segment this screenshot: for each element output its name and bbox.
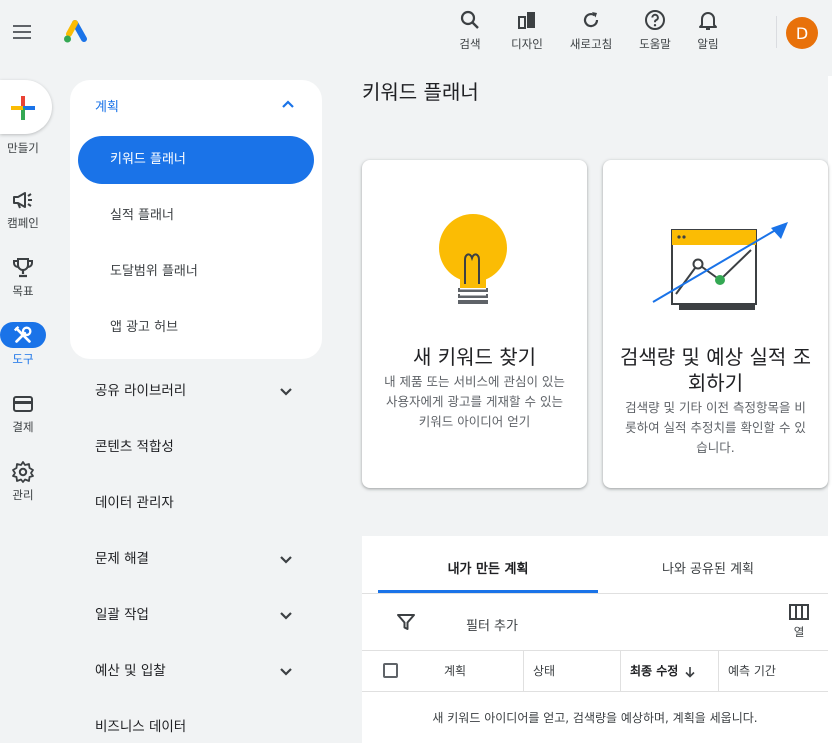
avatar[interactable]: D: [786, 17, 818, 49]
column-header-plan[interactable]: 계획: [444, 651, 466, 691]
google-ads-logo-icon[interactable]: [62, 19, 88, 45]
nav-item-bulk-actions[interactable]: 일괄 작업: [70, 595, 322, 635]
empty-state-message: 새 키워드 아이디어를 얻고, 검색량을 예상하며, 계획을 세웁니다.: [432, 711, 758, 725]
nav-item-keyword-planner[interactable]: 키워드 플래너: [78, 136, 314, 184]
design-icon: [515, 8, 539, 32]
rail-label-goals: 목표: [12, 284, 34, 298]
tab-shared-plans[interactable]: 나와 공유된 계획: [598, 536, 818, 593]
help-button[interactable]: 도움말: [625, 6, 685, 56]
tab-my-plans[interactable]: 내가 만든 계획: [378, 536, 598, 593]
column-separator: [620, 651, 621, 691]
column-separator: [523, 651, 524, 691]
nav-item-data-manager[interactable]: 데이터 관리자: [70, 483, 322, 523]
nav-item-app-advertising-hub[interactable]: 앱 광고 허브: [78, 304, 314, 352]
chevron-down-icon: [276, 661, 296, 681]
rail-item-admin[interactable]: 관리: [0, 460, 46, 503]
table-header: 계획 상태 최종 수정 예측 기간: [362, 650, 828, 692]
rail-item-tools[interactable]: 도구: [0, 322, 46, 367]
header-divider: [776, 16, 777, 48]
columns-icon: [789, 604, 809, 620]
chevron-down-icon: [276, 605, 296, 625]
gear-icon: [11, 460, 35, 484]
create-label: 만들기: [7, 141, 39, 155]
menu-icon[interactable]: [10, 20, 34, 44]
rail-active-indicator: [0, 322, 46, 348]
lightbulb-illustration: [362, 200, 587, 330]
page-title: 키워드 플래너: [362, 80, 479, 104]
refresh-button[interactable]: 새로고침: [561, 6, 621, 56]
nav-item-label: 예산 및 입찰: [95, 663, 166, 679]
bell-icon: [696, 8, 720, 32]
nav-item-label: 비즈니스 데이터: [95, 719, 187, 735]
help-label: 도움말: [639, 37, 671, 51]
nav-section-planning[interactable]: 계획: [95, 96, 119, 115]
chevron-up-icon[interactable]: [278, 94, 298, 114]
megaphone-icon: [11, 188, 35, 212]
design-label: 디자인: [511, 37, 543, 51]
column-header-forecast-period[interactable]: 예측 기간: [728, 651, 776, 691]
add-filter-button[interactable]: 필터 추가: [466, 615, 518, 634]
plus-icon: [11, 96, 35, 120]
credit-card-icon: [11, 392, 35, 416]
search-button[interactable]: 검색: [440, 6, 500, 56]
nav-item-label: 일괄 작업: [95, 607, 149, 623]
nav-item-business-data[interactable]: 비즈니스 데이터: [70, 707, 322, 743]
search-label: 검색: [459, 37, 481, 51]
column-header-label: 최종 수정: [630, 664, 679, 678]
nav-item-troubleshooting[interactable]: 문제 해결: [70, 539, 322, 579]
column-separator: [718, 651, 719, 691]
search-icon: [458, 8, 482, 32]
main-scroll-area-edge: [828, 76, 832, 743]
chevron-down-icon: [276, 381, 296, 401]
rail-item-goals[interactable]: 목표: [0, 256, 46, 299]
nav-item-label: 콘텐츠 적합성: [95, 439, 174, 455]
filter-icon[interactable]: [396, 612, 416, 632]
columns-label: 열: [793, 625, 805, 639]
nav-item-reach-planner[interactable]: 도달범위 플래너: [78, 248, 314, 296]
chevron-down-icon: [276, 549, 296, 569]
select-all-checkbox[interactable]: [383, 663, 398, 678]
column-header-last-modified[interactable]: 최종 수정: [630, 651, 696, 691]
tools-icon: [13, 325, 32, 343]
nav-item-content-suitability[interactable]: 콘텐츠 적합성: [70, 427, 322, 467]
column-header-status[interactable]: 상태: [533, 651, 555, 691]
rail-label-campaigns: 캠페인: [7, 216, 39, 230]
rail-label-tools: 도구: [12, 352, 34, 366]
card-description: 내 제품 또는 서비스에 관심이 있는 사용자에게 광고를 게재할 수 있는 키…: [384, 374, 565, 429]
rail-item-billing[interactable]: 결제: [0, 392, 46, 435]
rail-item-campaigns[interactable]: 캠페인: [0, 188, 46, 231]
nav-item-label: 데이터 관리자: [95, 495, 174, 511]
plans-panel: 내가 만든 계획 나와 공유된 계획 필터 추가 열 계획 상태 최종 수정 예…: [362, 536, 828, 743]
refresh-icon: [579, 8, 603, 32]
planning-section-card: 계획 키워드 플래너 실적 플래너 도달범위 플래너 앱 광고 허브: [70, 80, 322, 359]
design-button[interactable]: 디자인: [497, 6, 557, 56]
discover-keywords-card[interactable]: 새 키워드 찾기 내 제품 또는 서비스에 관심이 있는 사용자에게 광고를 게…: [362, 160, 587, 488]
help-icon: [643, 8, 667, 32]
rail-label-admin: 관리: [12, 488, 34, 502]
nav-item-shared-library[interactable]: 공유 라이브러리: [70, 371, 322, 411]
nav-item-label: 공유 라이브러리: [95, 383, 187, 399]
columns-button[interactable]: 열: [786, 604, 812, 640]
trophy-icon: [11, 256, 35, 280]
card-description: 검색량 및 기타 이전 측정항목을 비롯하여 실적 추정치를 확인할 수 있습니…: [625, 400, 806, 455]
tabs-divider: [362, 593, 828, 594]
card-title: 새 키워드 찾기: [412, 345, 537, 369]
forecast-card[interactable]: 검색량 및 예상 실적 조회하기 검색량 및 기타 이전 측정항목을 비롯하여 …: [603, 160, 828, 488]
sort-descending-icon: [684, 666, 696, 678]
top-bar: 검색 디자인 새로고침 도움말 알림 D: [0, 0, 832, 64]
nav-item-performance-planner[interactable]: 실적 플래너: [78, 192, 314, 240]
create-button[interactable]: [0, 80, 52, 134]
refresh-label: 새로고침: [569, 37, 613, 51]
rail-label-billing: 결제: [12, 420, 34, 434]
card-title: 검색량 및 예상 실적 조회하기: [619, 345, 812, 395]
notifications-label: 알림: [697, 37, 719, 51]
nav-item-budgets-bidding[interactable]: 예산 및 입찰: [70, 651, 322, 691]
nav-item-label: 문제 해결: [95, 551, 149, 567]
notifications-button[interactable]: 알림: [678, 6, 738, 56]
trend-chart-illustration: [603, 200, 828, 330]
